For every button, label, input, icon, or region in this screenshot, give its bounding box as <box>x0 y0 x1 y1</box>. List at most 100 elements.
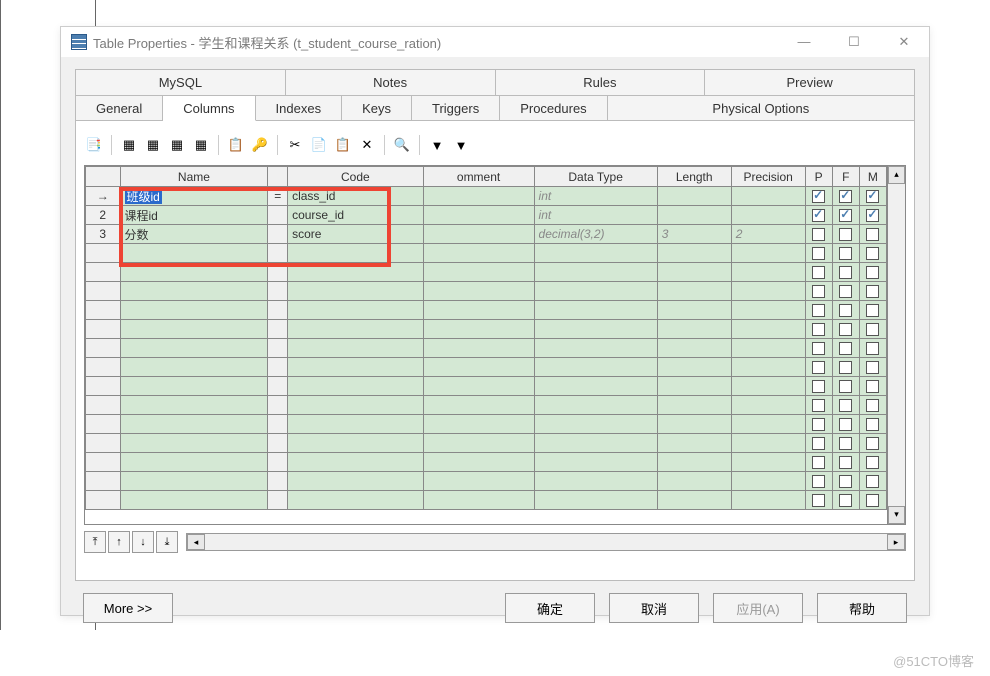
delete-icon[interactable]: ✕ <box>357 135 377 155</box>
cell-length[interactable]: 3 <box>657 225 731 244</box>
cell-m[interactable] <box>859 225 886 244</box>
cell-comment[interactable] <box>423 225 534 244</box>
copy2-icon[interactable]: 📄 <box>309 135 329 155</box>
col-header-datatype[interactable]: Data Type <box>534 167 657 187</box>
cell-name[interactable]: 班级id <box>120 187 268 206</box>
table-row[interactable] <box>86 472 887 491</box>
cancel-button[interactable]: 取消 <box>609 593 699 623</box>
minimize-button[interactable]: — <box>789 34 819 50</box>
move-up-button[interactable]: ↑ <box>108 531 130 553</box>
cell-p[interactable] <box>805 187 832 206</box>
scroll-down-icon[interactable]: ▾ <box>888 506 905 524</box>
maximize-button[interactable]: ☐ <box>839 34 869 50</box>
horizontal-scrollbar[interactable]: ◂ ▸ <box>186 533 906 551</box>
columns-grid[interactable]: Name Code omment Data Type Length Precis… <box>84 165 906 525</box>
vertical-scrollbar[interactable]: ▴ ▾ <box>887 166 905 524</box>
add-row-icon[interactable]: ▦ <box>143 135 163 155</box>
properties-icon[interactable]: 📑 <box>84 135 104 155</box>
tab-general[interactable]: General <box>75 95 163 121</box>
tab-columns[interactable]: Columns <box>163 95 255 121</box>
tab-rules[interactable]: Rules <box>496 69 706 95</box>
duplicate-row-icon[interactable]: ▦ <box>191 135 211 155</box>
table-row[interactable]: 3 分数 score decimal(3,2) 3 2 <box>86 225 887 244</box>
cell-code[interactable]: course_id <box>288 206 424 225</box>
table-row[interactable] <box>86 282 887 301</box>
table-row[interactable] <box>86 358 887 377</box>
cell-length[interactable] <box>657 206 731 225</box>
cell-precision[interactable] <box>731 206 805 225</box>
more-button[interactable]: More >> <box>83 593 173 623</box>
tab-notes[interactable]: Notes <box>286 69 496 95</box>
move-down-button[interactable]: ↓ <box>132 531 154 553</box>
cell-comment[interactable] <box>423 187 534 206</box>
table-row[interactable] <box>86 244 887 263</box>
cell-name[interactable]: 课程id <box>120 206 268 225</box>
cell-f[interactable] <box>832 187 859 206</box>
cell-f[interactable] <box>832 225 859 244</box>
cut-icon[interactable]: ✂ <box>285 135 305 155</box>
tab-triggers[interactable]: Triggers <box>412 95 500 121</box>
col-header-f[interactable]: F <box>832 167 859 187</box>
copy-icon[interactable]: 📋 <box>226 135 246 155</box>
table-row[interactable] <box>86 339 887 358</box>
cell-name[interactable]: 分数 <box>120 225 268 244</box>
col-header-code[interactable]: Code <box>288 167 424 187</box>
col-header-index[interactable] <box>86 167 121 187</box>
close-button[interactable]: ✕ <box>889 34 919 50</box>
last-row-button[interactable]: ⤓ <box>156 531 178 553</box>
col-header-m[interactable]: M <box>859 167 886 187</box>
append-row-icon[interactable]: ▦ <box>167 135 187 155</box>
tab-physical-options[interactable]: Physical Options <box>608 95 915 121</box>
table-row[interactable] <box>86 377 887 396</box>
apply-button[interactable]: 应用(A) <box>713 593 803 623</box>
key-icon[interactable]: 🔑 <box>250 135 270 155</box>
cell-comment[interactable] <box>423 206 534 225</box>
grid-header-row: Name Code omment Data Type Length Precis… <box>86 167 887 187</box>
table-row[interactable] <box>86 453 887 472</box>
cell-length[interactable] <box>657 187 731 206</box>
col-header-precision[interactable]: Precision <box>731 167 805 187</box>
help-button[interactable]: 帮助 <box>817 593 907 623</box>
table-row[interactable] <box>86 491 887 510</box>
table-row[interactable] <box>86 301 887 320</box>
find-icon[interactable]: 🔍 <box>392 135 412 155</box>
tab-mysql[interactable]: MySQL <box>75 69 286 95</box>
table-row[interactable]: → 班级id = class_id int <box>86 187 887 206</box>
table-row[interactable]: 2 课程id course_id int <box>86 206 887 225</box>
col-header-name[interactable]: Name <box>120 167 268 187</box>
cell-code[interactable]: class_id <box>288 187 424 206</box>
table-row[interactable] <box>86 263 887 282</box>
cell-precision[interactable] <box>731 187 805 206</box>
filter2-icon[interactable]: ▼ <box>451 135 471 155</box>
table-row[interactable] <box>86 434 887 453</box>
insert-row-icon[interactable]: ▦ <box>119 135 139 155</box>
scroll-up-icon[interactable]: ▴ <box>888 166 905 184</box>
cell-p[interactable] <box>805 225 832 244</box>
cell-m[interactable] <box>859 206 886 225</box>
tab-procedures[interactable]: Procedures <box>500 95 607 121</box>
ok-button[interactable]: 确定 <box>505 593 595 623</box>
cell-datatype[interactable]: int <box>534 206 657 225</box>
scroll-right-icon[interactable]: ▸ <box>887 534 905 550</box>
first-row-button[interactable]: ⤒ <box>84 531 106 553</box>
cell-code[interactable]: score <box>288 225 424 244</box>
table-row[interactable] <box>86 320 887 339</box>
paste-icon[interactable]: 📋 <box>333 135 353 155</box>
table-row[interactable] <box>86 396 887 415</box>
cell-datatype[interactable]: int <box>534 187 657 206</box>
cell-precision[interactable]: 2 <box>731 225 805 244</box>
tab-indexes[interactable]: Indexes <box>256 95 343 121</box>
cell-f[interactable] <box>832 206 859 225</box>
table-row[interactable] <box>86 415 887 434</box>
cell-p[interactable] <box>805 206 832 225</box>
scroll-left-icon[interactable]: ◂ <box>187 534 205 550</box>
col-header-comment[interactable]: omment <box>423 167 534 187</box>
col-header-p[interactable]: P <box>805 167 832 187</box>
cell-m[interactable] <box>859 187 886 206</box>
cell-datatype[interactable]: decimal(3,2) <box>534 225 657 244</box>
col-header-eq[interactable] <box>268 167 288 187</box>
tab-preview[interactable]: Preview <box>705 69 915 95</box>
filter-icon[interactable]: ▼ <box>427 135 447 155</box>
col-header-length[interactable]: Length <box>657 167 731 187</box>
tab-keys[interactable]: Keys <box>342 95 412 121</box>
